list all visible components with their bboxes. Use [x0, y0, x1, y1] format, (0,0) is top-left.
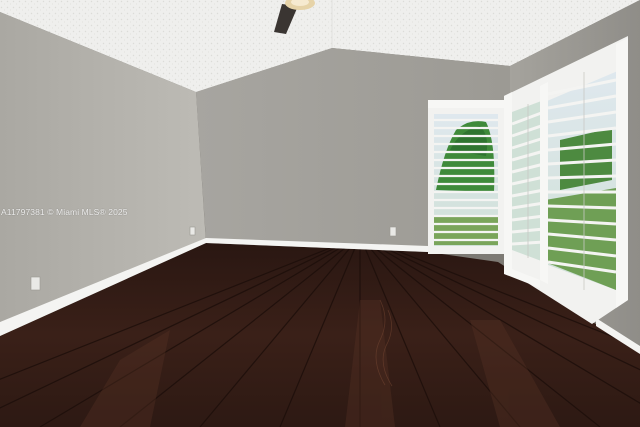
outlet-corner — [189, 226, 196, 236]
photo-watermark: A11797381 © Miami MLS® 2025 — [1, 207, 128, 217]
outlet-left-wall — [30, 276, 41, 291]
back-window — [428, 100, 504, 254]
outlet-back-wall — [389, 226, 397, 237]
room-photo: A11797381 © Miami MLS® 2025 — [0, 0, 640, 427]
